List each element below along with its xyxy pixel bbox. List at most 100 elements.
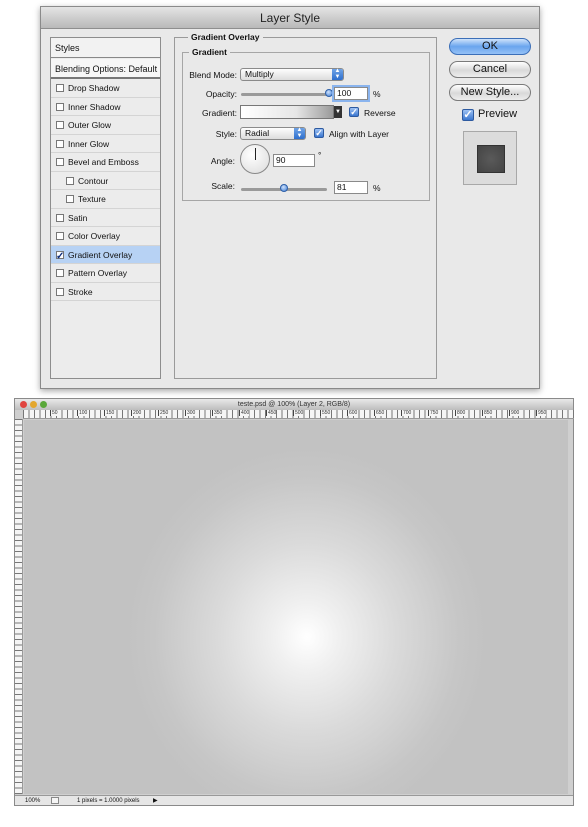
cancel-button[interactable]: Cancel bbox=[449, 61, 531, 78]
document-canvas[interactable] bbox=[24, 420, 568, 794]
ruler-tick-label: 800 bbox=[455, 410, 466, 416]
effect-item[interactable]: Color Overlay bbox=[51, 227, 160, 246]
panel-group-title: Gradient Overlay bbox=[188, 32, 263, 42]
opacity-slider-thumb[interactable] bbox=[325, 89, 333, 97]
document-titlebar[interactable]: teste.psd @ 100% (Layer 2, RGB/8) bbox=[15, 399, 573, 410]
blending-options-item[interactable]: Blending Options: Default bbox=[51, 59, 160, 79]
select-arrows-icon: ▲ ▼ bbox=[332, 68, 343, 80]
preview-checkbox[interactable]: ✓ bbox=[462, 109, 474, 121]
style-value: Radial bbox=[245, 128, 270, 138]
effect-checkbox[interactable] bbox=[56, 84, 64, 92]
scale-slider-thumb[interactable] bbox=[280, 184, 288, 192]
styles-header[interactable]: Styles bbox=[51, 38, 160, 58]
close-window-icon[interactable] bbox=[20, 401, 27, 408]
angle-label: Angle: bbox=[210, 156, 235, 166]
effect-item[interactable]: Contour bbox=[51, 172, 160, 190]
effect-label: Color Overlay bbox=[68, 231, 120, 241]
reverse-label: Reverse bbox=[364, 108, 396, 118]
effect-item[interactable]: Satin bbox=[51, 209, 160, 227]
minimize-window-icon[interactable] bbox=[30, 401, 37, 408]
ruler-tick-label: 650 bbox=[374, 410, 385, 416]
ok-button[interactable]: OK bbox=[449, 38, 531, 55]
scale-label: Scale: bbox=[211, 181, 235, 191]
styles-list: Styles Blending Options: Default Drop Sh… bbox=[50, 37, 161, 379]
effect-item[interactable]: Drop Shadow bbox=[51, 79, 160, 98]
effect-checkbox[interactable] bbox=[56, 121, 64, 129]
style-preview-thumbnail bbox=[463, 131, 517, 185]
effect-label: Inner Glow bbox=[68, 138, 110, 149]
effect-checkbox[interactable] bbox=[56, 139, 64, 148]
effect-label: Inner Shadow bbox=[68, 101, 121, 112]
ruler-tick-label: 100 bbox=[77, 410, 88, 416]
status-arrow-icon[interactable]: ▶ bbox=[153, 796, 158, 806]
reverse-checkbox[interactable]: ✓ bbox=[349, 107, 359, 117]
effect-checkbox[interactable] bbox=[66, 176, 74, 185]
angle-input[interactable]: 90 bbox=[273, 154, 315, 167]
effect-label: Texture bbox=[78, 194, 106, 204]
effect-checkbox[interactable] bbox=[56, 102, 64, 111]
effect-checkbox[interactable] bbox=[56, 213, 64, 222]
effect-item[interactable]: Pattern Overlay bbox=[51, 264, 160, 283]
opacity-slider-track[interactable] bbox=[241, 93, 329, 96]
blend-mode-select[interactable]: Multiply ▲ ▼ bbox=[240, 68, 344, 81]
scale-input[interactable]: 81 bbox=[334, 181, 368, 194]
gradient-dropdown-icon[interactable]: ▼ bbox=[334, 106, 342, 118]
status-bar: 100% 1 pixels = 1.0000 pixels ▶ bbox=[15, 795, 573, 805]
gradient-label: Gradient: bbox=[202, 108, 237, 118]
align-with-layer-label: Align with Layer bbox=[329, 129, 390, 139]
ruler-tick-label: 150 bbox=[104, 410, 115, 416]
horizontal-ruler[interactable]: 50 100 150 200 250 300 350 400 450 500 550 600 650 70… bbox=[23, 410, 574, 419]
effect-item[interactable]: Inner Shadow bbox=[51, 98, 160, 116]
zoom-level[interactable]: 100% bbox=[25, 796, 40, 806]
vertical-ruler[interactable] bbox=[15, 419, 23, 794]
blend-mode-label: Blend Mode: bbox=[189, 70, 237, 80]
ruler-tick-label: 200 bbox=[131, 410, 142, 416]
ruler-tick-label: 550 bbox=[320, 410, 331, 416]
effect-checkbox[interactable] bbox=[56, 232, 64, 240]
align-with-layer-checkbox[interactable]: ✓ bbox=[314, 128, 324, 138]
layer-style-dialog: Layer Style Styles Blending Options: Def… bbox=[40, 6, 540, 389]
effect-item[interactable]: Outer Glow bbox=[51, 116, 160, 135]
dialog-title: Layer Style bbox=[41, 7, 539, 29]
effect-checkbox[interactable] bbox=[56, 269, 64, 277]
gradient-group: Gradient Blend Mode: Multiply ▲ ▼ Opacity… bbox=[182, 47, 430, 201]
style-select[interactable]: Radial ▲ ▼ bbox=[240, 127, 306, 140]
gradient-overlay-panel: Gradient Overlay Gradient Blend Mode: Mu… bbox=[174, 32, 437, 379]
style-label: Style: bbox=[215, 129, 237, 139]
status-menu-icon[interactable] bbox=[51, 797, 59, 804]
opacity-input[interactable]: 100 bbox=[334, 87, 368, 100]
new-style-button[interactable]: New Style... bbox=[449, 84, 531, 101]
ruler-tick-label: 400 bbox=[239, 410, 250, 416]
ruler-tick-label: 450 bbox=[266, 410, 277, 416]
ruler-tick-label: 500 bbox=[293, 410, 304, 416]
effect-item[interactable]: Inner Glow bbox=[51, 135, 160, 153]
ruler-tick-label: 900 bbox=[509, 410, 520, 416]
effect-item[interactable]: Stroke bbox=[51, 283, 160, 301]
effect-label: Satin bbox=[68, 212, 88, 223]
effect-checkbox[interactable] bbox=[56, 287, 64, 296]
effect-checkbox[interactable] bbox=[66, 195, 74, 203]
angle-dial[interactable] bbox=[240, 144, 270, 174]
gradient-subgroup-title: Gradient bbox=[189, 47, 230, 57]
select-arrows-icon: ▲ ▼ bbox=[294, 127, 305, 139]
ruler-tick-label: 600 bbox=[347, 410, 358, 416]
angle-degree-symbol: ° bbox=[318, 150, 322, 160]
preview-label: Preview bbox=[478, 108, 518, 120]
opacity-label: Opacity: bbox=[205, 89, 237, 99]
ruler-tick-label: 950 bbox=[536, 410, 547, 416]
ruler-tick-label: 750 bbox=[428, 410, 439, 416]
effect-item[interactable]: Texture bbox=[51, 190, 160, 209]
status-info: 1 pixels = 1.0000 pixels bbox=[77, 798, 140, 804]
effect-label: Contour bbox=[78, 175, 109, 186]
effect-checkbox[interactable] bbox=[56, 158, 64, 166]
gradient-swatch[interactable] bbox=[240, 105, 334, 119]
zoom-window-icon[interactable] bbox=[40, 401, 47, 408]
document-title: teste.psd @ 100% (Layer 2, RGB/8) bbox=[237, 401, 351, 408]
effect-label: Gradient Overlay bbox=[68, 249, 133, 260]
effect-label: Bevel and Emboss bbox=[68, 157, 139, 167]
ruler-tick-label: 850 bbox=[482, 410, 493, 416]
effect-checkbox[interactable] bbox=[56, 248, 64, 266]
effect-item[interactable]: Gradient Overlay bbox=[51, 245, 160, 266]
effects-list: Drop Shadow Inner Shadow Outer Glow Inner G… bbox=[51, 79, 160, 301]
effect-item[interactable]: Bevel and Emboss bbox=[51, 153, 160, 172]
